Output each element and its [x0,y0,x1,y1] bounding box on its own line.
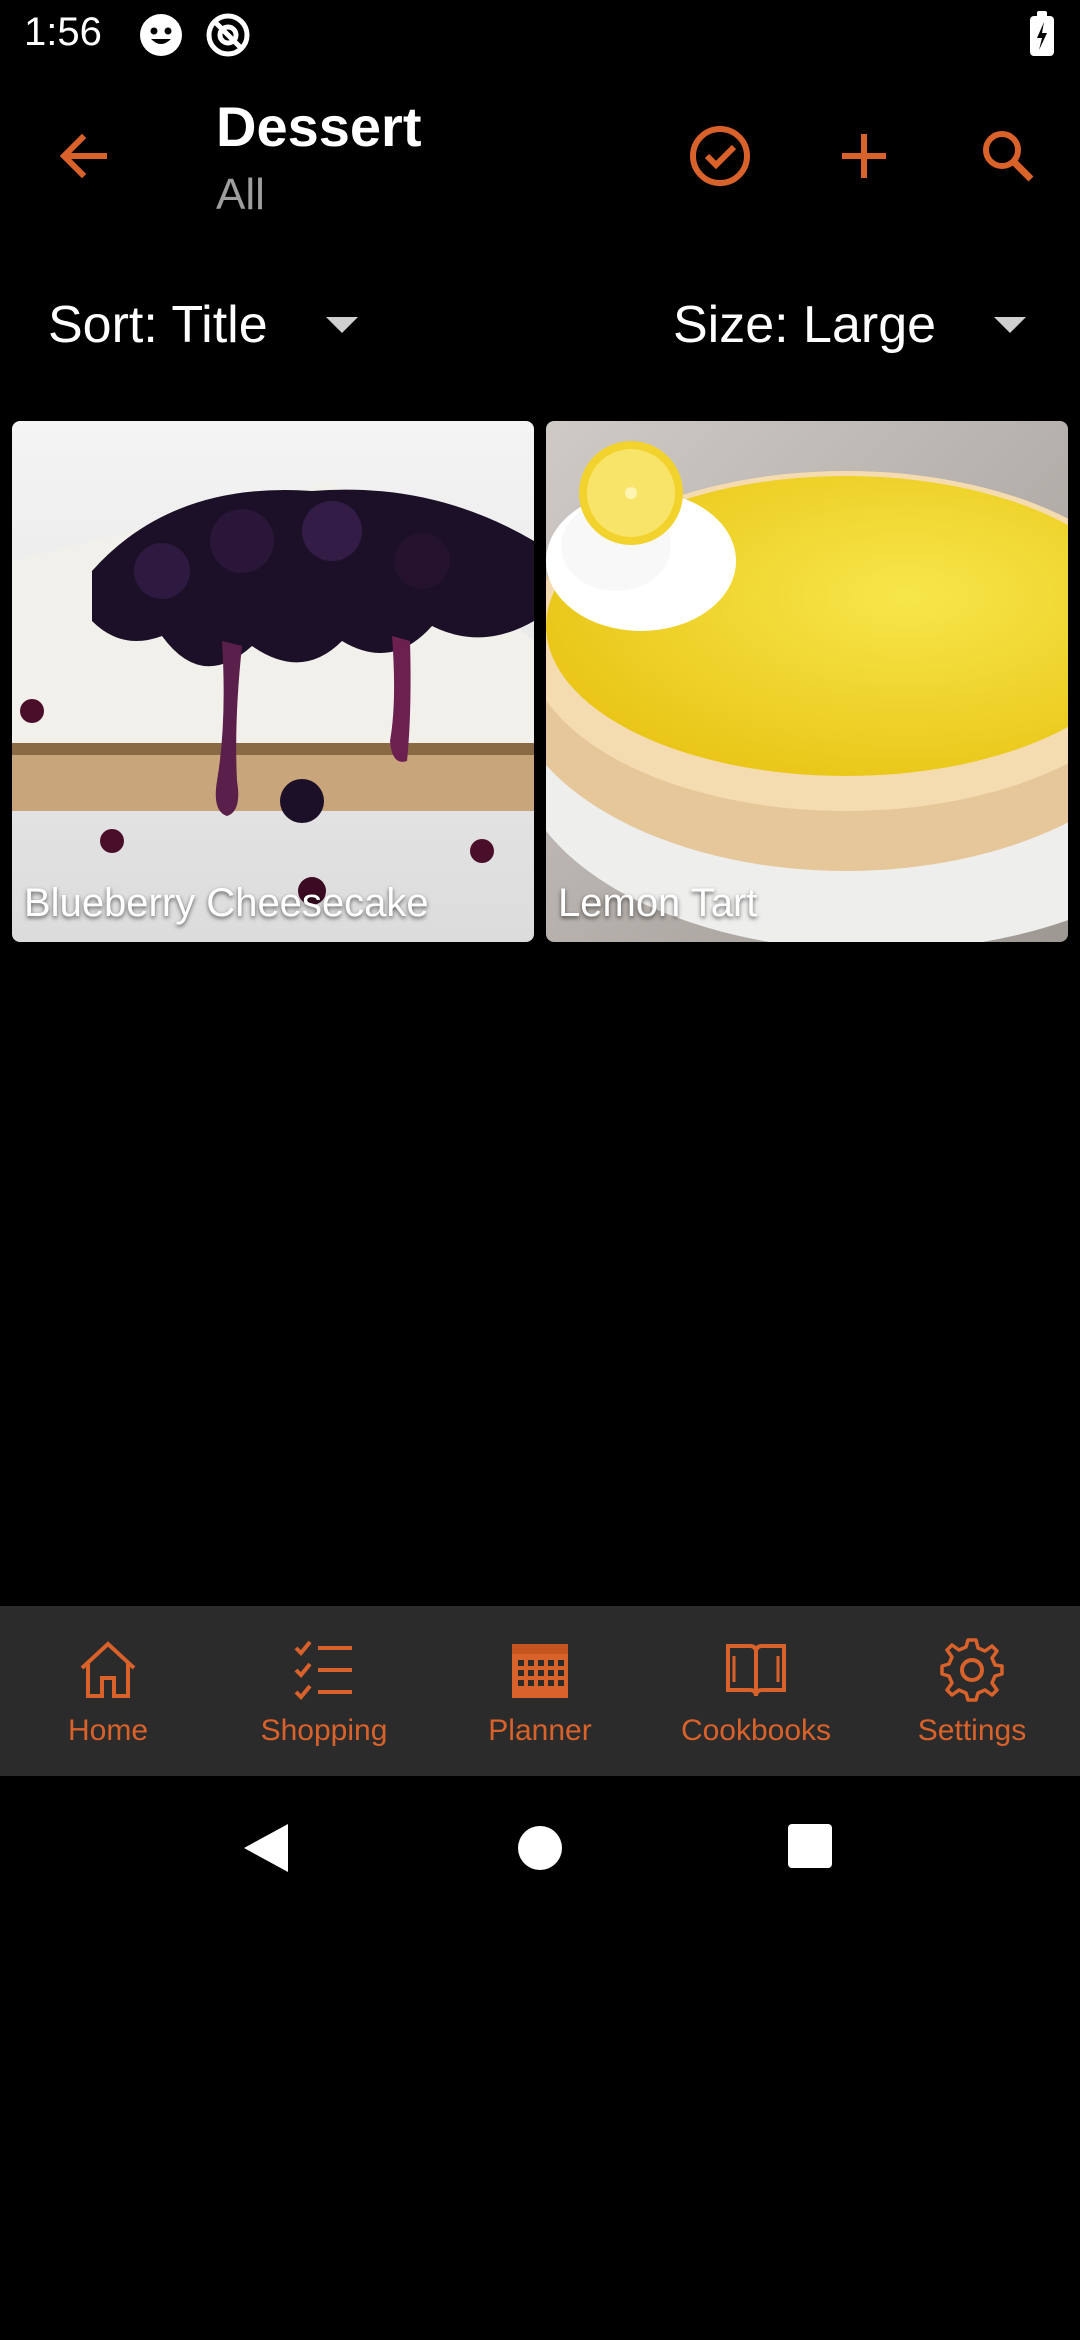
system-navigation-bar [0,1776,1080,1920]
sort-dropdown[interactable]: Sort: Title [48,280,388,370]
back-arrow-icon [59,133,107,179]
nav-item-shopping[interactable]: Shopping [216,1606,432,1776]
size-dropdown[interactable]: Size: Large [673,280,1043,370]
app-bar: Dessert All [0,72,1080,240]
back-triangle-icon[interactable] [240,1820,292,1876]
nav-label: Cookbooks [680,1714,832,1747]
nav-item-home[interactable]: Home [0,1606,216,1776]
search-icon [983,131,1034,182]
recipe-card[interactable]: Lemon Tart [546,421,1068,942]
add-button[interactable] [816,108,912,204]
recipe-card[interactable]: Blueberry Cheesecake [12,421,534,942]
bottom-navigation: Home Shopping Planner Cookbooks Settings [0,1606,1080,1776]
nav-label: Home [67,1714,149,1747]
chevron-down-icon [994,317,1027,333]
size-label: Size: Large [673,296,937,354]
page-title: Dessert [216,95,422,158]
status-bar: 1:56 [0,0,1080,72]
nav-item-cookbooks[interactable]: Cookbooks [648,1606,864,1776]
check-circle-icon [690,126,750,186]
plus-icon [842,134,886,178]
book-icon [726,1644,786,1697]
calendar-icon [512,1644,568,1698]
search-button[interactable] [960,108,1056,204]
smiley-icon [140,14,182,56]
sort-label: Sort: Title [48,296,268,354]
select-button[interactable] [672,108,768,204]
recipe-title: Lemon Tart [558,881,758,925]
nav-item-settings[interactable]: Settings [864,1606,1080,1776]
home-circle-icon[interactable] [514,1822,566,1874]
nav-item-planner[interactable]: Planner [432,1606,648,1776]
recents-square-icon[interactable] [786,1822,834,1870]
back-button[interactable] [36,108,132,204]
checklist-icon [294,1640,352,1700]
recipe-image [12,421,534,942]
chevron-down-icon [325,317,358,333]
nav-label: Shopping [260,1714,388,1747]
recipe-image [546,421,1068,942]
nav-label: Settings [917,1714,1027,1747]
at-sign-icon [206,13,250,57]
home-icon [80,1641,136,1698]
recipe-title: Blueberry Cheesecake [24,881,429,925]
gear-icon [940,1638,1004,1702]
page-subtitle: All [216,170,265,219]
battery-charging-icon [1030,11,1054,56]
nav-label: Planner [488,1714,592,1747]
status-time: 1:56 [24,10,102,54]
